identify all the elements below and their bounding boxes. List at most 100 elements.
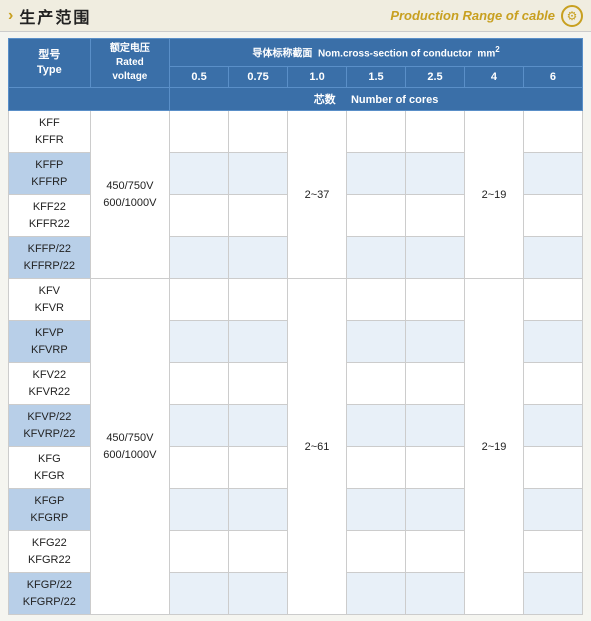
col-075-header: 0.75: [229, 66, 288, 88]
data-15: [347, 405, 406, 447]
type-cell: KFVPKFVRP: [9, 321, 91, 363]
data-25: [406, 195, 465, 237]
production-range-table: 型号 Type 额定电压 Rated voltage 导体标称截面 Nom.cr…: [8, 38, 583, 615]
data-05: [170, 237, 229, 279]
type-cell: KFVP/22KFVRP/22: [9, 405, 91, 447]
data-05: [170, 321, 229, 363]
data-05: [170, 405, 229, 447]
type-cell: KFGPKFGRP: [9, 489, 91, 531]
data-15: [347, 321, 406, 363]
col-15-header: 1.5: [347, 66, 406, 88]
data-6: [523, 153, 582, 195]
data-6: [523, 279, 582, 321]
data-6: [523, 573, 582, 615]
data-15: [347, 363, 406, 405]
voltage-cell-group1: 450/750V600/1000V: [90, 111, 169, 279]
col-05-header: 0.5: [170, 66, 229, 88]
data-25: [406, 321, 465, 363]
data-6: [523, 195, 582, 237]
data-075: [229, 111, 288, 153]
data-6: [523, 447, 582, 489]
data-6: [523, 321, 582, 363]
page-title-en: Production Range of cable: [390, 8, 555, 23]
table-row: KFFKFFR 450/750V600/1000V 2~37 2~19: [9, 111, 583, 153]
data-25: [406, 363, 465, 405]
data-15: [347, 279, 406, 321]
type-cell: KFFPKFFRP: [9, 153, 91, 195]
data-6: [523, 237, 582, 279]
type-cell: KFG22KFGR22: [9, 531, 91, 573]
cores-header: 芯数 Number of cores: [170, 88, 583, 111]
data-15: [347, 447, 406, 489]
data-25: [406, 447, 465, 489]
data-075: [229, 573, 288, 615]
data-05: [170, 195, 229, 237]
col-25-header: 2.5: [406, 66, 465, 88]
data-075: [229, 153, 288, 195]
data-05: [170, 489, 229, 531]
data-075: [229, 489, 288, 531]
data-075: [229, 405, 288, 447]
data-25: [406, 279, 465, 321]
data-15: [347, 153, 406, 195]
data-05: [170, 153, 229, 195]
col-10-header: 1.0: [288, 66, 347, 88]
data-6: [523, 363, 582, 405]
type-cell: KFFKFFR: [9, 111, 91, 153]
table-row: KFVKFVR 450/750V600/1000V 2~61 2~19: [9, 279, 583, 321]
data-075: [229, 237, 288, 279]
header-right: Production Range of cable ⚙: [390, 5, 583, 27]
data-6: [523, 111, 582, 153]
data-15: [347, 237, 406, 279]
data-6: [523, 489, 582, 531]
page-title-cn: 生产范围: [19, 4, 91, 28]
data-4-group2: 2~19: [465, 279, 524, 615]
data-25: [406, 153, 465, 195]
data-15: [347, 195, 406, 237]
data-05: [170, 447, 229, 489]
data-075: [229, 531, 288, 573]
col-type-header: 型号 Type: [9, 39, 91, 88]
data-15: [347, 531, 406, 573]
header-left: › 生产范围: [8, 4, 91, 28]
type-cell: KFVKFVR: [9, 279, 91, 321]
type-cell: KFGKFGR: [9, 447, 91, 489]
data-25: [406, 531, 465, 573]
data-075: [229, 321, 288, 363]
data-15: [347, 111, 406, 153]
data-15: [347, 573, 406, 615]
data-075: [229, 279, 288, 321]
data-05: [170, 279, 229, 321]
header-bar: › 生产范围 Production Range of cable ⚙: [0, 0, 591, 32]
arrow-icon: ›: [8, 7, 13, 25]
type-cell: KFV22KFVR22: [9, 363, 91, 405]
data-10-group2: 2~61: [288, 279, 347, 615]
type-cell: KFFP/22KFFRP/22: [9, 237, 91, 279]
data-05: [170, 531, 229, 573]
data-6: [523, 531, 582, 573]
empty-corner-header: [9, 88, 170, 111]
data-05: [170, 363, 229, 405]
data-075: [229, 195, 288, 237]
type-cell: KFF22KFFR22: [9, 195, 91, 237]
data-25: [406, 405, 465, 447]
data-25: [406, 111, 465, 153]
col-6-header: 6: [523, 66, 582, 88]
data-15: [347, 489, 406, 531]
data-25: [406, 237, 465, 279]
data-4-group1: 2~19: [465, 111, 524, 279]
data-05: [170, 111, 229, 153]
data-075: [229, 447, 288, 489]
table-container: 型号 Type 额定电压 Rated voltage 导体标称截面 Nom.cr…: [0, 32, 591, 621]
col-voltage-header: 额定电压 Rated voltage: [90, 39, 169, 88]
data-075: [229, 363, 288, 405]
data-10-group1: 2~37: [288, 111, 347, 279]
data-05: [170, 573, 229, 615]
data-6: [523, 405, 582, 447]
page-wrapper: › 生产范围 Production Range of cable ⚙ 型号 Ty…: [0, 0, 591, 598]
section-area-header: 导体标称截面 Nom.cross-section of conductor mm…: [170, 39, 583, 67]
settings-icon: ⚙: [561, 5, 583, 27]
voltage-cell-group2: 450/750V600/1000V: [90, 279, 169, 615]
type-cell: KFGP/22KFGRP/22: [9, 573, 91, 615]
data-25: [406, 489, 465, 531]
